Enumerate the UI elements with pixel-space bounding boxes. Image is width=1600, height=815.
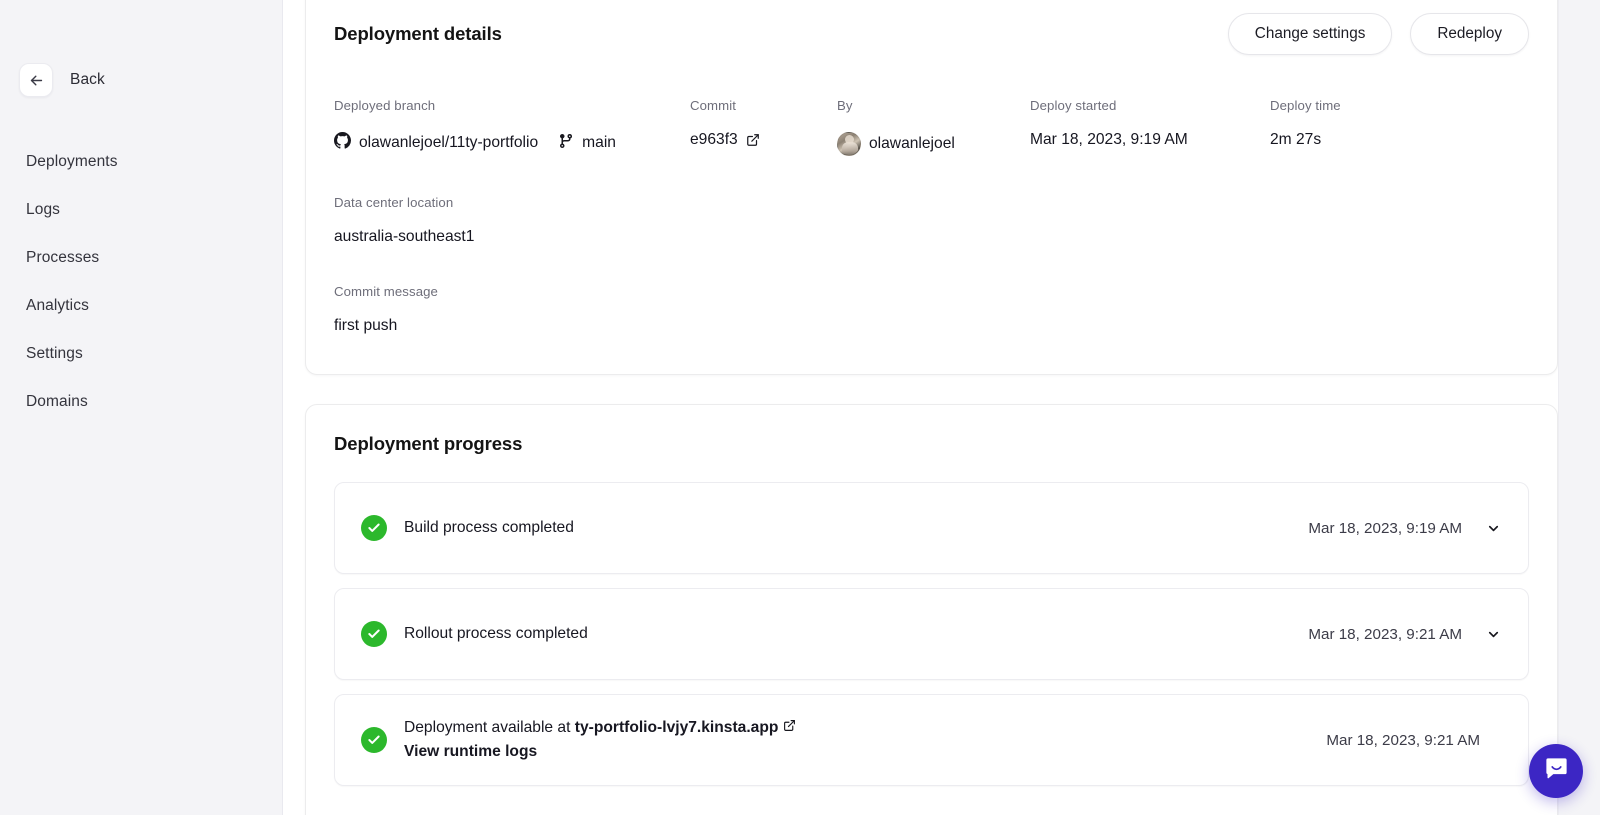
deployment-url-link[interactable]: ty-portfolio-lvjy7.kinsta.app xyxy=(575,719,779,736)
sidebar-item-logs[interactable]: Logs xyxy=(0,186,282,234)
meta-value: olawanlejoel/11ty-portfolio main xyxy=(334,132,690,153)
step-timestamp: Mar 18, 2023, 9:21 AM xyxy=(1326,732,1480,749)
meta-commit: Commit e963f3 xyxy=(690,99,837,156)
meta-deploy-started: Deploy started Mar 18, 2023, 9:19 AM xyxy=(1030,99,1270,156)
sidebar-nav: Deployments Logs Processes Analytics Set… xyxy=(0,138,282,426)
branch-name: main xyxy=(582,135,616,151)
sidebar-item-analytics[interactable]: Analytics xyxy=(0,282,282,330)
step-timestamp: Mar 18, 2023, 9:19 AM xyxy=(1308,520,1462,537)
progress-step-rollout[interactable]: Rollout process completed Mar 18, 2023, … xyxy=(334,588,1529,680)
step-timestamp: Mar 18, 2023, 9:21 AM xyxy=(1308,626,1462,643)
progress-step-available[interactable]: Deployment available at ty-portfolio-lvj… xyxy=(334,694,1529,786)
main-content: Deployment details Change settings Redep… xyxy=(283,0,1600,815)
app-root: Back Deployments Logs Processes Analytic… xyxy=(0,0,1600,815)
commit-hash: e963f3 xyxy=(690,132,738,148)
sidebar-item-domains[interactable]: Domains xyxy=(0,378,282,426)
meta-value: e963f3 xyxy=(690,132,837,148)
meta-label: Commit xyxy=(690,99,837,112)
deployment-details-header: Deployment details Change settings Redep… xyxy=(334,1,1529,55)
sidebar-item-settings[interactable]: Settings xyxy=(0,330,282,378)
meta-value: Mar 18, 2023, 9:19 AM xyxy=(1030,132,1270,148)
arrow-left-icon xyxy=(28,72,45,89)
meta-deploy-time: Deploy time 2m 27s xyxy=(1270,99,1430,156)
header-actions: Change settings Redeploy xyxy=(1228,13,1529,55)
change-settings-button[interactable]: Change settings xyxy=(1228,13,1393,55)
sidebar-item-label: Deployments xyxy=(26,153,118,171)
meta-label: Deploy started xyxy=(1030,99,1270,112)
intercom-launcher-button[interactable] xyxy=(1529,744,1583,798)
sidebar-item-label: Domains xyxy=(26,393,88,411)
chevron-down-icon[interactable] xyxy=(1484,519,1502,537)
external-link-icon[interactable] xyxy=(783,719,796,732)
meta-datacenter: Data center location australia-southeast… xyxy=(334,196,1529,245)
git-branch-icon xyxy=(558,133,574,153)
step-label: Build process completed xyxy=(404,516,1308,540)
meta-commit-message: Commit message first push xyxy=(334,285,1529,334)
check-circle-icon xyxy=(361,515,387,541)
step-body: Deployment available at ty-portfolio-lvj… xyxy=(404,716,1326,764)
sidebar-item-processes[interactable]: Processes xyxy=(0,234,282,282)
progress-step-build[interactable]: Build process completed Mar 18, 2023, 9:… xyxy=(334,482,1529,574)
sidebar-item-label: Processes xyxy=(26,249,99,267)
meta-value: olawanlejoel xyxy=(837,132,1030,156)
meta-label: Commit message xyxy=(334,285,1529,298)
external-link-icon[interactable] xyxy=(746,133,760,147)
step-body: Build process completed xyxy=(404,516,1308,540)
chat-bubble-icon xyxy=(1543,755,1570,787)
back-label: Back xyxy=(70,71,105,89)
meta-deployed-branch: Deployed branch olawanlejoel/11ty-portfo… xyxy=(334,99,690,156)
step-label: Rollout process completed xyxy=(404,622,1308,646)
github-icon xyxy=(334,132,351,153)
sidebar-item-label: Logs xyxy=(26,201,60,219)
right-gutter xyxy=(1558,0,1600,815)
check-circle-icon xyxy=(361,621,387,647)
progress-title: Deployment progress xyxy=(334,433,1529,455)
step-body: Rollout process completed xyxy=(404,622,1308,646)
avatar xyxy=(837,132,861,156)
meta-label: By xyxy=(837,99,1030,112)
deployment-meta-row: Deployed branch olawanlejoel/11ty-portfo… xyxy=(334,99,1529,156)
sidebar-item-label: Settings xyxy=(26,345,83,363)
meta-author: By olawanlejoel xyxy=(837,99,1030,156)
step-label-prefix: Deployment available at xyxy=(404,719,575,736)
meta-label: Data center location xyxy=(334,196,1529,209)
sidebar: Back Deployments Logs Processes Analytic… xyxy=(0,0,283,815)
meta-value: 2m 27s xyxy=(1270,132,1430,148)
step-label: Deployment available at ty-portfolio-lvj… xyxy=(404,716,1326,740)
page-title: Deployment details xyxy=(334,23,502,45)
repo-name[interactable]: olawanlejoel/11ty-portfolio xyxy=(359,135,538,151)
meta-label: Deployed branch xyxy=(334,99,690,112)
back-row[interactable]: Back xyxy=(0,62,282,98)
view-runtime-logs-link[interactable]: View runtime logs xyxy=(404,740,1326,764)
meta-value: first push xyxy=(334,318,1529,334)
sidebar-item-label: Analytics xyxy=(26,297,89,315)
check-circle-icon xyxy=(361,727,387,753)
author-name: olawanlejoel xyxy=(869,136,955,152)
meta-label: Deploy time xyxy=(1270,99,1430,112)
sidebar-item-deployments[interactable]: Deployments xyxy=(0,138,282,186)
meta-value: australia-southeast1 xyxy=(334,229,1529,245)
back-button[interactable] xyxy=(19,63,53,97)
deployment-progress-card: Deployment progress Build process comple… xyxy=(305,404,1558,815)
deployment-details-card: Deployment details Change settings Redep… xyxy=(305,0,1558,375)
chevron-down-icon[interactable] xyxy=(1484,625,1502,643)
redeploy-button[interactable]: Redeploy xyxy=(1410,13,1529,55)
